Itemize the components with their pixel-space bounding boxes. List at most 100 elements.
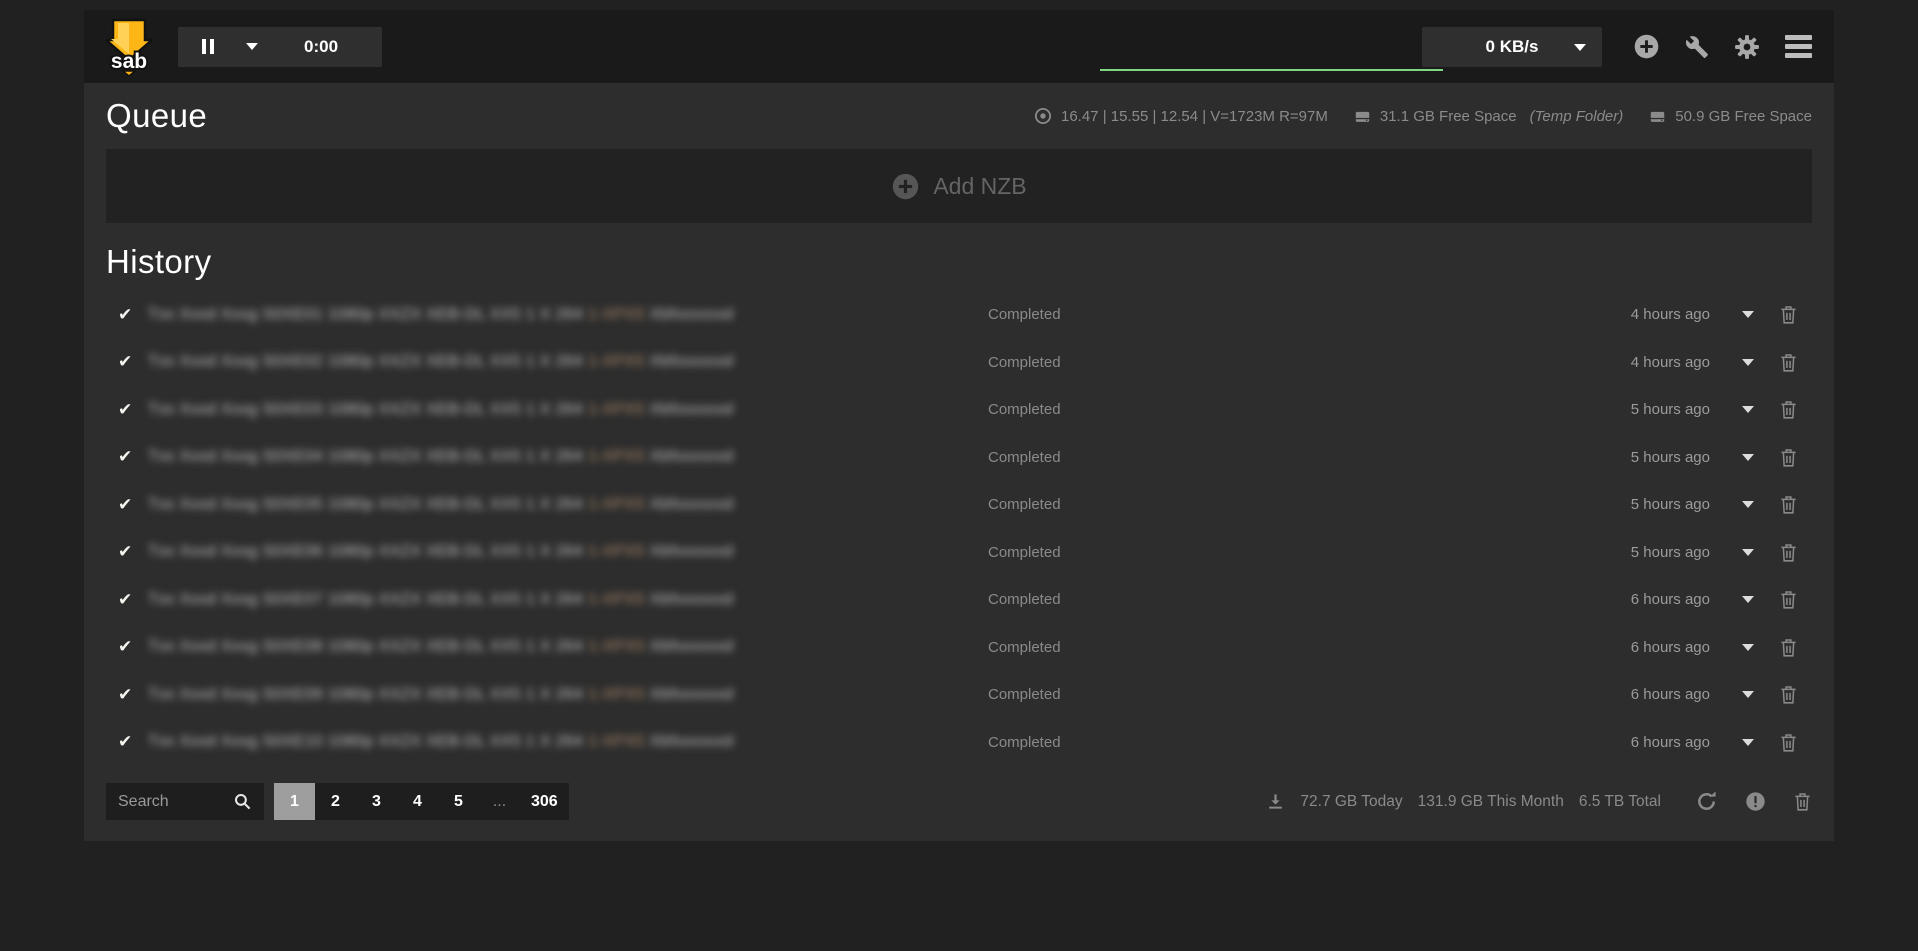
chevron-down-icon[interactable] — [1742, 311, 1754, 318]
trash-icon — [1779, 542, 1798, 563]
delete-item-button[interactable] — [1779, 352, 1798, 373]
history-item-time: 6 hours ago — [1631, 734, 1726, 751]
total-month: 131.9 GB This Month — [1418, 793, 1564, 811]
chevron-down-icon[interactable] — [1742, 691, 1754, 698]
delete-item-button[interactable] — [1779, 589, 1798, 610]
search-box — [106, 783, 264, 820]
chevron-down-icon[interactable] — [1742, 501, 1754, 508]
history-item-name-blurred[interactable]: Txx Xxxd Xxxg S0XE01 1080p XXZX XEB-DL X… — [148, 306, 988, 324]
history-item-status: Completed — [988, 686, 1061, 703]
page-button-3[interactable]: 3 — [356, 783, 397, 820]
history-item-name-blurred[interactable]: Txx Xxxd Xxxg S0XE09 1080p XXZX XEB-DL X… — [148, 686, 988, 704]
total-alltime: 6.5 TB Total — [1579, 793, 1661, 811]
history-item-status: Completed — [988, 401, 1061, 418]
history-item-status: Completed — [988, 544, 1061, 561]
chevron-down-icon[interactable] — [1742, 596, 1754, 603]
history-item-time: 5 hours ago — [1631, 496, 1726, 513]
page-button-5[interactable]: 5 — [438, 783, 479, 820]
chevron-down-icon[interactable] — [1742, 549, 1754, 556]
page-button-306[interactable]: 306 — [520, 783, 569, 820]
history-item-time: 6 hours ago — [1631, 591, 1726, 608]
pause-dropdown-caret-icon[interactable] — [246, 43, 258, 50]
top-bar: sab 0:00 0 KB/s — [84, 10, 1834, 83]
temp-folder-free-space: 31.1 GB Free Space (Temp Folder) — [1354, 108, 1623, 125]
history-item-name-blurred[interactable]: Txx Xxxd Xxxg S0XE10 1080p XXZX XEB-DL X… — [148, 733, 988, 751]
history-item-time: 4 hours ago — [1631, 354, 1726, 371]
history-item-name-blurred[interactable]: Txx Xxxd Xxxg S0XE02 1080p XXZX XEB-DL X… — [148, 353, 988, 371]
trash-icon — [1779, 494, 1798, 515]
pause-timer: 0:00 — [304, 37, 338, 57]
download-icon — [1266, 792, 1285, 811]
chevron-down-icon[interactable] — [1742, 739, 1754, 746]
history-row: ✔ Txx Xxxd Xxxg S0XE02 1080p XXZX XEB-DL… — [84, 339, 1834, 387]
history-row: ✔ Txx Xxxd Xxxg S0XE09 1080p XXZX XEB-DL… — [84, 671, 1834, 719]
purge-history-button[interactable] — [1793, 791, 1812, 812]
chevron-down-icon[interactable] — [1742, 359, 1754, 366]
history-list: ✔ Txx Xxxd Xxxg S0XE01 1080p XXZX XEB-DL… — [84, 291, 1834, 766]
add-nzb-dropzone[interactable]: Add NZB — [106, 149, 1812, 223]
history-title: History — [106, 243, 1812, 281]
gear-icon[interactable] — [1734, 34, 1760, 60]
history-footer-bar: 12345...306 72.7 GB Today 131.9 GB This … — [106, 783, 1812, 820]
speed-limit-button[interactable]: 0 KB/s — [1422, 27, 1602, 67]
refresh-button[interactable] — [1695, 790, 1718, 813]
check-icon: ✔ — [118, 495, 148, 515]
history-item-time: 5 hours ago — [1631, 449, 1726, 466]
speed-value: 0 KB/s — [1486, 37, 1539, 57]
topbar-right-cluster: 0 KB/s — [1422, 27, 1812, 67]
delete-item-button[interactable] — [1779, 684, 1798, 705]
chevron-down-icon[interactable] — [1742, 454, 1754, 461]
sabnzbd-logo-icon[interactable]: sab — [106, 18, 152, 76]
history-item-status: Completed — [988, 354, 1061, 371]
chevron-down-icon[interactable] — [1742, 406, 1754, 413]
total-today: 72.7 GB Today — [1300, 793, 1402, 811]
history-row: ✔ Txx Xxxd Xxxg S0XE01 1080p XXZX XEB-DL… — [84, 291, 1834, 339]
trash-icon — [1779, 304, 1798, 325]
history-item-status: Completed — [988, 639, 1061, 656]
page-ellipsis[interactable]: ... — [479, 783, 520, 820]
history-row: ✔ Txx Xxxd Xxxg S0XE06 1080p XXZX XEB-DL… — [84, 529, 1834, 577]
wrench-icon[interactable] — [1685, 35, 1709, 59]
hamburger-menu-icon[interactable] — [1785, 35, 1812, 58]
delete-item-button[interactable] — [1779, 399, 1798, 420]
page-button-4[interactable]: 4 — [397, 783, 438, 820]
delete-item-button[interactable] — [1779, 542, 1798, 563]
history-item-name-blurred[interactable]: Txx Xxxd Xxxg S0XE08 1080p XXZX XEB-DL X… — [148, 638, 988, 656]
hdd-icon — [1354, 108, 1371, 125]
hdd-icon — [1649, 108, 1666, 125]
history-item-status: Completed — [988, 734, 1061, 751]
history-item-name-blurred[interactable]: Txx Xxxd Xxxg S0XE04 1080p XXZX XEB-DL X… — [148, 448, 988, 466]
history-item-status: Completed — [988, 496, 1061, 513]
check-icon: ✔ — [118, 305, 148, 325]
history-totals: 72.7 GB Today 131.9 GB This Month 6.5 TB… — [1266, 792, 1661, 811]
chevron-down-icon[interactable] — [1742, 644, 1754, 651]
history-item-name-blurred[interactable]: Txx Xxxd Xxxg S0XE07 1080p XXZX XEB-DL X… — [148, 591, 988, 609]
history-item-time: 5 hours ago — [1631, 401, 1726, 418]
search-icon[interactable] — [233, 792, 252, 811]
delete-item-button[interactable] — [1779, 304, 1798, 325]
pagination: 12345...306 — [274, 783, 569, 820]
check-icon: ✔ — [118, 542, 148, 562]
page-button-1[interactable]: 1 — [274, 783, 315, 820]
delete-item-button[interactable] — [1779, 447, 1798, 468]
history-item-time: 6 hours ago — [1631, 686, 1726, 703]
check-icon: ✔ — [118, 732, 148, 752]
delete-item-button[interactable] — [1779, 732, 1798, 753]
search-input[interactable] — [118, 793, 225, 811]
history-item-name-blurred[interactable]: Txx Xxxd Xxxg S0XE05 1080p XXZX XEB-DL X… — [148, 496, 988, 514]
pause-button[interactable] — [202, 39, 214, 54]
speed-dropdown-caret-icon — [1574, 44, 1586, 51]
delete-item-button[interactable] — [1779, 637, 1798, 658]
history-item-name-blurred[interactable]: Txx Xxxd Xxxg S0XE03 1080p XXZX XEB-DL X… — [148, 401, 988, 419]
history-item-status: Completed — [988, 591, 1061, 608]
page-button-2[interactable]: 2 — [315, 783, 356, 820]
history-item-name-blurred[interactable]: Txx Xxxd Xxxg S0XE06 1080p XXZX XEB-DL X… — [148, 543, 988, 561]
trash-icon — [1779, 637, 1798, 658]
add-nzb-plus-icon[interactable] — [1633, 33, 1660, 60]
history-item-time: 4 hours ago — [1631, 306, 1726, 323]
check-icon: ✔ — [118, 400, 148, 420]
delete-item-button[interactable] — [1779, 494, 1798, 515]
queue-header: Queue 16.47 | 15.55 | 12.54 | V=1723M R=… — [84, 83, 1834, 141]
history-info-button[interactable] — [1745, 791, 1766, 812]
check-icon: ✔ — [118, 637, 148, 657]
